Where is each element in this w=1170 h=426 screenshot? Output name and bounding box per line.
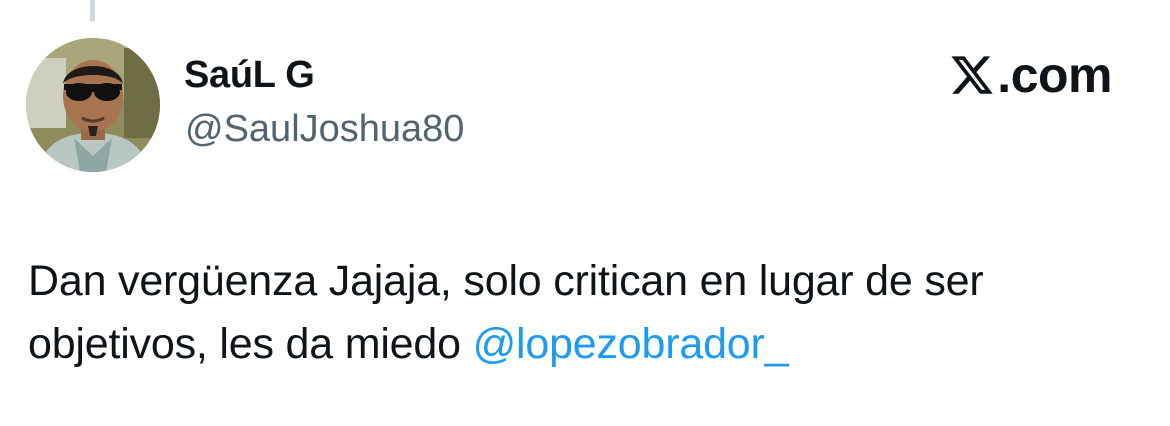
brand-watermark: .com [949, 50, 1112, 100]
author-handle[interactable]: @SaulJoshua80 [185, 108, 464, 151]
thread-connector-line [90, 0, 95, 22]
x-logo-icon [951, 56, 994, 94]
tweet-text: Dan vergüenza Jajaja, solo critican en l… [28, 250, 1138, 376]
brand-domain-text: .com [997, 47, 1112, 103]
avatar[interactable] [26, 38, 160, 172]
author-display-name[interactable]: SaúL G [184, 54, 315, 97]
mention-link[interactable]: @lopezobrador_ [473, 320, 789, 368]
avatar-image [26, 38, 160, 172]
